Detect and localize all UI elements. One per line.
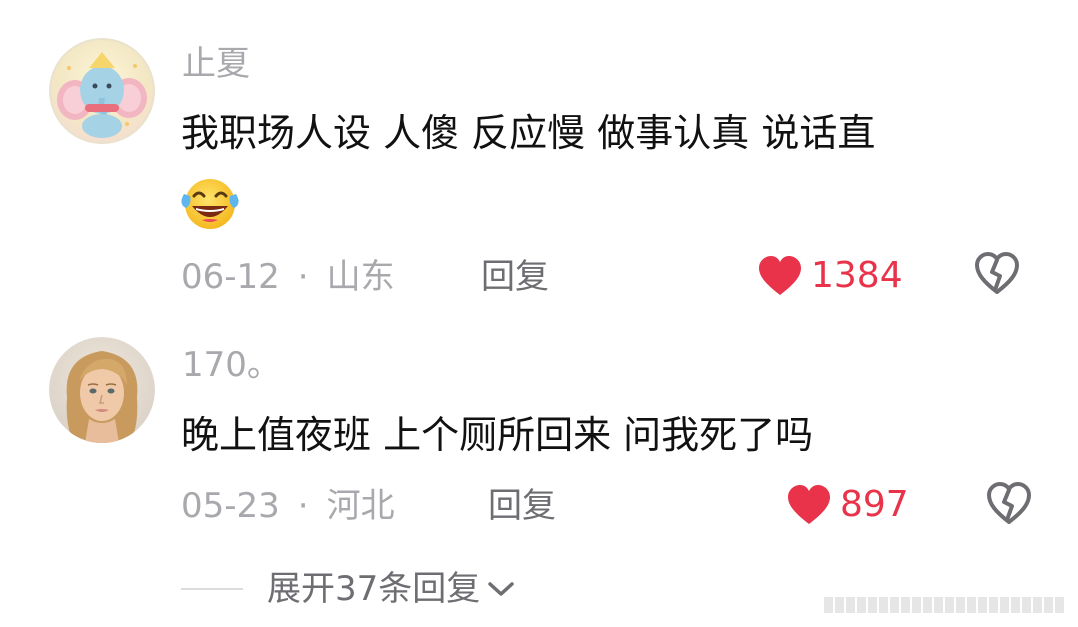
heart-icon bbox=[759, 256, 801, 295]
comment-location: 河北 bbox=[326, 486, 395, 526]
watermark bbox=[824, 597, 1064, 613]
heart-icon bbox=[788, 485, 830, 524]
face-with-tears-of-joy-icon bbox=[180, 176, 240, 236]
divider-line bbox=[181, 588, 243, 590]
meta-separator: · bbox=[297, 257, 309, 297]
woman-portrait-avatar-icon bbox=[49, 337, 155, 443]
comment-date: 05-23 bbox=[181, 486, 280, 526]
avatar[interactable] bbox=[49, 38, 155, 144]
like-count: 897 bbox=[840, 484, 909, 525]
comment-meta: 06-12 · 山东 bbox=[181, 260, 395, 294]
elephant-avatar-icon bbox=[49, 38, 155, 144]
like-button[interactable]: 1384 bbox=[757, 255, 903, 297]
comment-text: 晚上值夜班 上个厕所回来 问我死了吗 bbox=[181, 413, 814, 457]
like-count: 1384 bbox=[811, 255, 903, 296]
chevron-down-icon bbox=[488, 582, 515, 596]
comment-text: 我职场人设 人傻 反应慢 做事认真 说话直 bbox=[181, 111, 876, 155]
expand-replies-label: 展开37条回复 bbox=[267, 569, 481, 609]
reply-button[interactable]: 回复 bbox=[488, 489, 556, 523]
comment-meta: 05-23 · 河北 bbox=[181, 489, 395, 523]
avatar[interactable] bbox=[49, 337, 155, 443]
comment-date: 06-12 bbox=[181, 257, 280, 297]
dislike-button[interactable] bbox=[974, 252, 1020, 300]
expand-replies-button[interactable]: 展开37条回复 bbox=[181, 572, 516, 606]
comment-location: 山东 bbox=[326, 257, 395, 297]
comment-section: 止夏 我职场人设 人傻 反应慢 做事认真 说话直 06-12 · 山东 回复 1… bbox=[0, 0, 1078, 627]
comment-username[interactable]: 止夏 bbox=[182, 47, 250, 81]
broken-heart-icon bbox=[975, 252, 1019, 294]
reply-button[interactable]: 回复 bbox=[481, 260, 549, 294]
meta-separator: · bbox=[297, 486, 309, 526]
dislike-button[interactable] bbox=[986, 482, 1032, 530]
broken-heart-icon bbox=[987, 482, 1031, 524]
comment-username[interactable]: 170。 bbox=[182, 348, 281, 382]
like-button[interactable]: 897 bbox=[786, 484, 909, 526]
